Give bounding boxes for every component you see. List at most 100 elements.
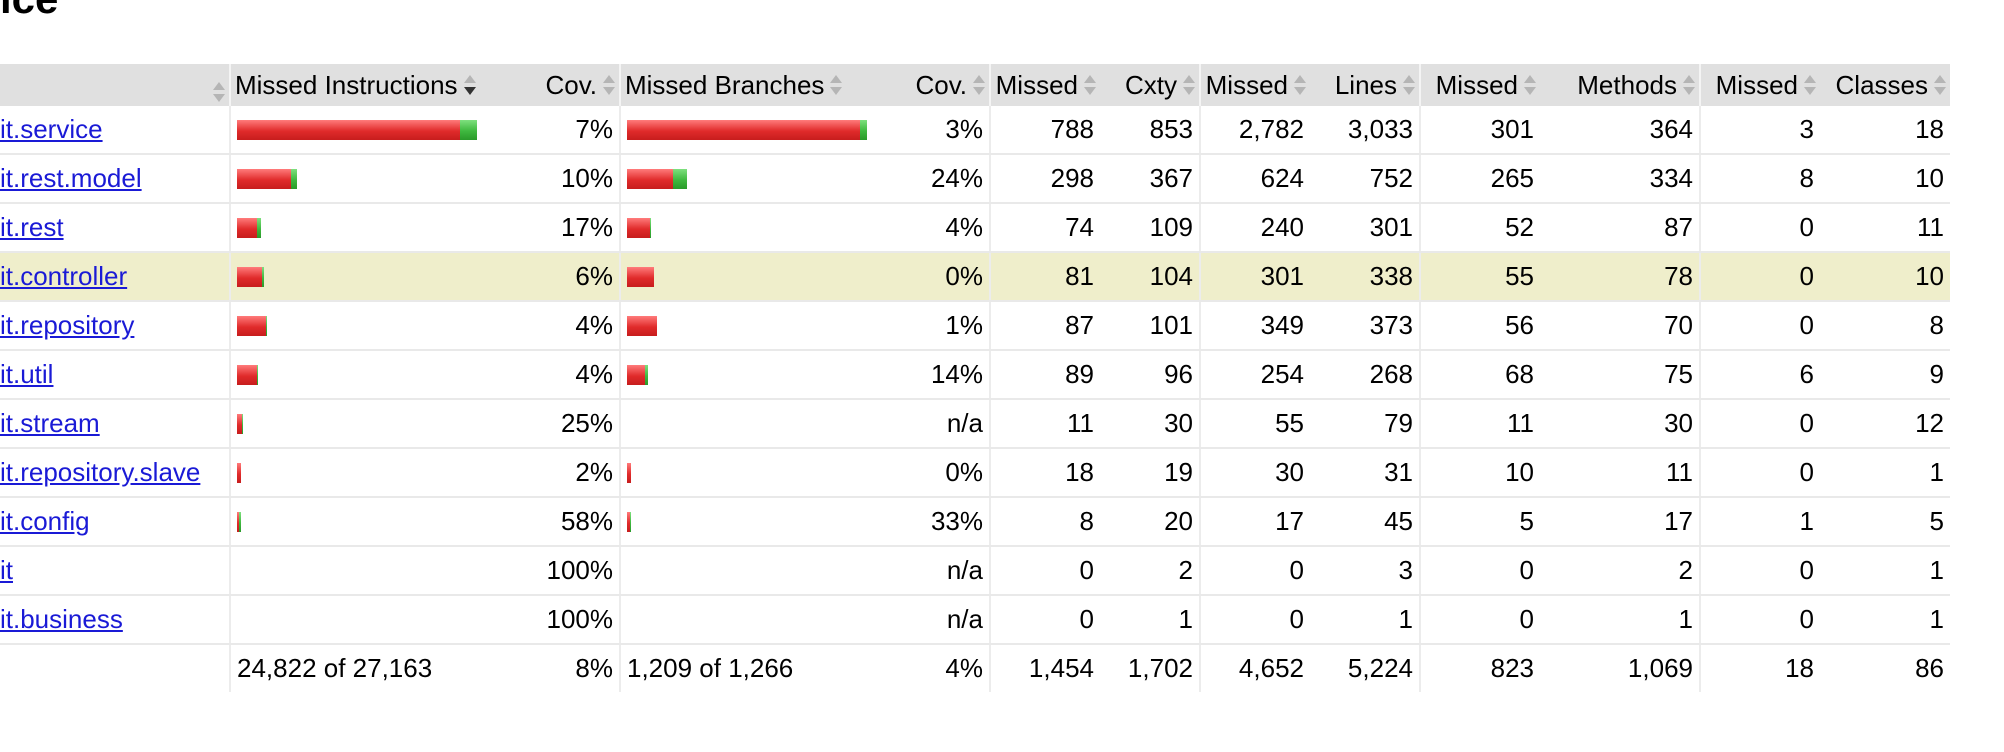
instruction-coverage: 100%: [520, 595, 620, 645]
package-link[interactable]: it.config: [0, 506, 90, 536]
totals-label: [0, 644, 230, 692]
missed-lines: 0: [1199, 595, 1310, 645]
covered-bar-segment: [257, 364, 258, 385]
classes: 10: [1820, 252, 1950, 302]
branch-coverage: 3%: [890, 106, 990, 155]
missed-lines: 17: [1199, 497, 1310, 547]
table-row: it.stream 25% n/a 11 30 55 79 11 30 0 12: [0, 399, 1950, 449]
covered-bar-segment: [860, 119, 867, 140]
package-cell: it.config: [0, 497, 230, 547]
package-link[interactable]: it.business: [0, 604, 123, 634]
header-missed-instructions[interactable]: Missed Instructions: [229, 64, 520, 106]
header-instruction-coverage[interactable]: Cov.: [520, 64, 620, 106]
methods: 364: [1540, 106, 1700, 155]
branches-bar-cell: [619, 203, 890, 253]
instruction-coverage: 7%: [520, 106, 620, 155]
instruction-coverage: 25%: [520, 399, 620, 449]
instruction-coverage: 100%: [520, 546, 620, 596]
table-row: it.repository 4% 1% 87 101 349 373 56 70 0 8: [0, 301, 1950, 351]
coverage-table: Missed Instructions Cov. Missed Branches…: [0, 64, 1950, 692]
header-branch-coverage[interactable]: Cov.: [890, 64, 990, 106]
missed-bar-segment: [237, 315, 266, 336]
missed-bar-segment: [237, 217, 257, 238]
missed-classes: 0: [1699, 203, 1820, 253]
package-link[interactable]: it: [0, 555, 13, 585]
missed-complexity: 788: [989, 106, 1100, 155]
missed-classes: 0: [1699, 595, 1820, 645]
missed-classes: 1: [1699, 497, 1820, 547]
package-link[interactable]: it.service: [0, 114, 103, 144]
branches-bar-cell: [619, 350, 890, 400]
methods: 17: [1540, 497, 1700, 547]
coverage-bar: [237, 204, 514, 250]
covered-bar-segment: [257, 217, 261, 238]
instructions-bar-cell: [229, 203, 520, 253]
instruction-coverage: 17%: [520, 203, 620, 253]
missed-complexity: 89: [989, 350, 1100, 400]
complexity: 853: [1100, 106, 1200, 155]
covered-bar-segment: [291, 168, 297, 189]
complexity: 104: [1100, 252, 1200, 302]
sort-icon: [1524, 74, 1536, 96]
missed-methods: 55: [1419, 252, 1540, 302]
totals-missed-lines: 4,652: [1199, 644, 1310, 692]
header-missed-classes[interactable]: Missed: [1699, 64, 1820, 106]
instruction-coverage: 4%: [520, 350, 620, 400]
header-complexity[interactable]: Cxty: [1100, 64, 1200, 106]
branch-coverage: 24%: [890, 154, 990, 204]
header-methods[interactable]: Methods: [1540, 64, 1700, 106]
missed-bar-segment: [627, 217, 650, 238]
package-link[interactable]: it.rest.model: [0, 163, 142, 193]
covered-bar-segment: [645, 364, 648, 385]
methods: 2: [1540, 546, 1700, 596]
package-cell: it.util: [0, 350, 230, 400]
header-missed-methods[interactable]: Missed: [1419, 64, 1540, 106]
missed-methods: 10: [1419, 448, 1540, 498]
header-element[interactable]: [0, 64, 230, 106]
header-missed-complexity[interactable]: Missed: [989, 64, 1100, 106]
missed-bar-segment: [627, 462, 631, 483]
package-cell: it.rest: [0, 203, 230, 253]
package-link[interactable]: it.controller: [0, 261, 127, 291]
complexity: 367: [1100, 154, 1200, 204]
missed-complexity: 81: [989, 252, 1100, 302]
package-link[interactable]: it.repository: [0, 310, 134, 340]
missed-classes: 0: [1699, 448, 1820, 498]
coverage-bar: [237, 302, 514, 348]
complexity: 96: [1100, 350, 1200, 400]
complexity: 2: [1100, 546, 1200, 596]
instructions-bar-cell: [229, 399, 520, 449]
missed-methods: 56: [1419, 301, 1540, 351]
package-link[interactable]: it.util: [0, 359, 53, 389]
coverage-bar: [627, 351, 884, 397]
branches-bar-cell: [619, 301, 890, 351]
package-link[interactable]: it.repository.slave: [0, 457, 200, 487]
header-missed-lines[interactable]: Missed: [1199, 64, 1310, 106]
missed-complexity: 298: [989, 154, 1100, 204]
instructions-bar-cell: [229, 154, 520, 204]
missed-bar-segment: [237, 462, 241, 483]
sort-icon: [1294, 74, 1306, 96]
header-classes[interactable]: Classes: [1820, 64, 1950, 106]
package-link[interactable]: it.rest: [0, 212, 64, 242]
missed-complexity: 8: [989, 497, 1100, 547]
header-lines[interactable]: Lines: [1310, 64, 1420, 106]
package-cell: it.controller: [0, 252, 230, 302]
lines: 301: [1310, 203, 1420, 253]
header-missed-branches[interactable]: Missed Branches: [619, 64, 890, 106]
missed-bar-segment: [237, 119, 460, 140]
coverage-bar: [237, 400, 514, 446]
lines: 79: [1310, 399, 1420, 449]
missed-lines: 624: [1199, 154, 1310, 204]
missed-bar-segment: [627, 364, 645, 385]
methods: 1: [1540, 595, 1700, 645]
instruction-coverage: 4%: [520, 301, 620, 351]
branches-bar-cell: [619, 154, 890, 204]
complexity: 20: [1100, 497, 1200, 547]
covered-bar-segment: [650, 217, 651, 238]
coverage-bar: [627, 253, 884, 299]
table-row: it.rest.model 10% 24% 298 367 624 752 265 334 8 10: [0, 154, 1950, 204]
instruction-coverage: 6%: [520, 252, 620, 302]
package-link[interactable]: it.stream: [0, 408, 100, 438]
missed-complexity: 74: [989, 203, 1100, 253]
